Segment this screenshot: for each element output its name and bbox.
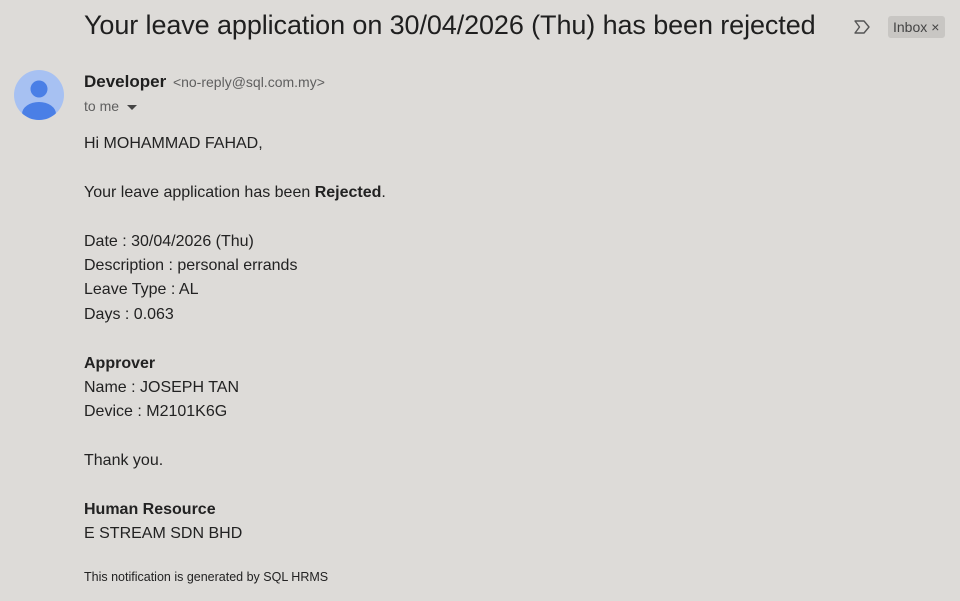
status-suffix: . [381, 183, 386, 201]
remove-label-icon[interactable]: × [931, 19, 939, 35]
inbox-label-chip[interactable]: Inbox × [888, 16, 946, 38]
signature-company: E STREAM SDN BHD [84, 525, 243, 543]
leave-days: Days : 0.063 [84, 305, 174, 323]
sender-avatar[interactable] [14, 70, 64, 120]
recipient-line[interactable]: to me [84, 98, 138, 114]
email-subject: Your leave application on 30/04/2026 (Th… [84, 10, 816, 40]
leave-description: Description : personal errands [84, 256, 298, 274]
sender-line: Developer <no-reply@sql.com.my> [84, 72, 325, 92]
notification-footer: This notification is generated by SQL HR… [84, 570, 329, 584]
status-prefix: Your leave application has been [84, 183, 315, 201]
approver-name: Name : JOSEPH TAN [84, 378, 239, 396]
greeting: Hi MOHAMMAD FAHAD, [84, 135, 263, 152]
approver-heading: Approver [84, 354, 156, 372]
status-value: Rejected [314, 183, 382, 201]
caret-down-icon[interactable] [127, 104, 138, 110]
leave-type: Leave Type : AL [84, 281, 199, 299]
person-avatar-icon [22, 80, 56, 120]
sender-email: <no-reply@sql.com.my> [172, 74, 325, 90]
approver-device: Device : M2101K6G [84, 403, 228, 421]
recipient-label: to me [84, 98, 120, 114]
inbox-label-text: Inbox [893, 19, 928, 35]
sender-name[interactable]: Developer [84, 72, 166, 91]
signature-title: Human Resource [84, 500, 216, 518]
thank-you: Thank you. [84, 452, 164, 470]
email-view: Your leave application on 30/04/2026 (Th… [0, 0, 960, 601]
status-line: Your leave application has been Rejected… [84, 181, 386, 205]
importance-marker-icon[interactable] [853, 18, 871, 36]
leave-date: Date : 30/04/2026 (Thu) [84, 232, 254, 250]
email-body: Hi MOHAMMAD FAHAD, Your leave applicatio… [84, 132, 386, 547]
